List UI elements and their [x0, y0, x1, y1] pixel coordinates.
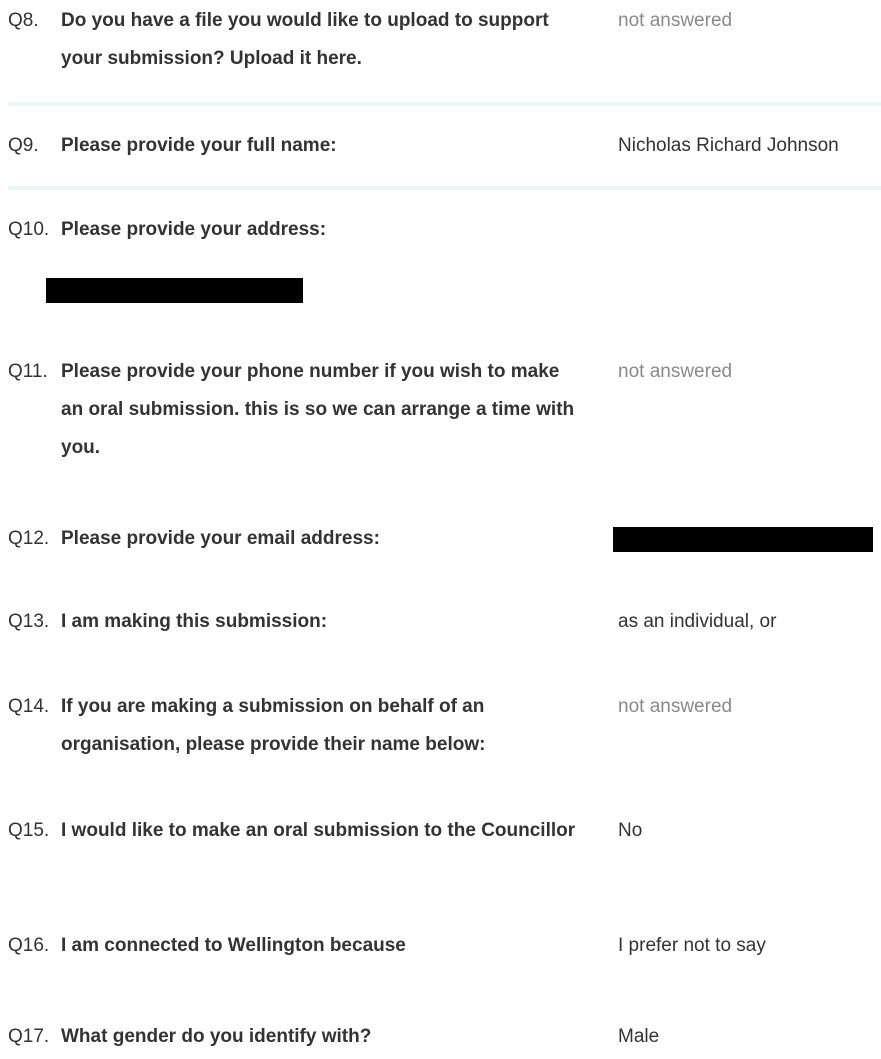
- question-text: Do you have a file you would like to upl…: [61, 10, 549, 69]
- answer-text: Male: [618, 1026, 660, 1047]
- redacted-address: [46, 278, 303, 303]
- answer-text: Nicholas Richard Johnson: [618, 135, 839, 156]
- divider: [8, 102, 881, 106]
- question-number: Q15.: [8, 820, 50, 841]
- question-number: Q14.: [8, 696, 50, 717]
- question-number: Q9.: [8, 135, 39, 156]
- answer-text: as an individual, or: [618, 611, 777, 632]
- question-number: Q10.: [8, 219, 50, 240]
- question-text: I am making this submission:: [61, 611, 328, 632]
- answer-text: not answered: [618, 696, 733, 717]
- divider: [8, 186, 881, 190]
- question-number: Q8.: [8, 10, 39, 31]
- question-text: If you are making a submission on behalf…: [61, 696, 486, 755]
- question-text: Please provide your email address:: [61, 528, 380, 549]
- answer-text: not answered: [618, 361, 733, 382]
- question-text: Please provide your full name:: [61, 135, 337, 156]
- question-number: Q11.: [8, 361, 48, 382]
- redacted-email: [613, 527, 873, 552]
- answer-text: No: [618, 820, 643, 841]
- question-text: What gender do you identify with?: [61, 1026, 372, 1047]
- question-number: Q13.: [8, 611, 50, 632]
- question-number: Q17.: [8, 1026, 50, 1047]
- question-text: Please provide your phone number if you …: [61, 361, 575, 458]
- question-text: I am connected to Wellington because: [61, 935, 406, 956]
- question-number: Q12.: [8, 528, 50, 549]
- question-number: Q16.: [8, 935, 50, 956]
- answer-text: not answered: [618, 10, 733, 31]
- question-text: Please provide your address:: [61, 219, 327, 240]
- question-text: I would like to make an oral submission …: [61, 820, 576, 841]
- answer-text: I prefer not to say: [618, 935, 766, 956]
